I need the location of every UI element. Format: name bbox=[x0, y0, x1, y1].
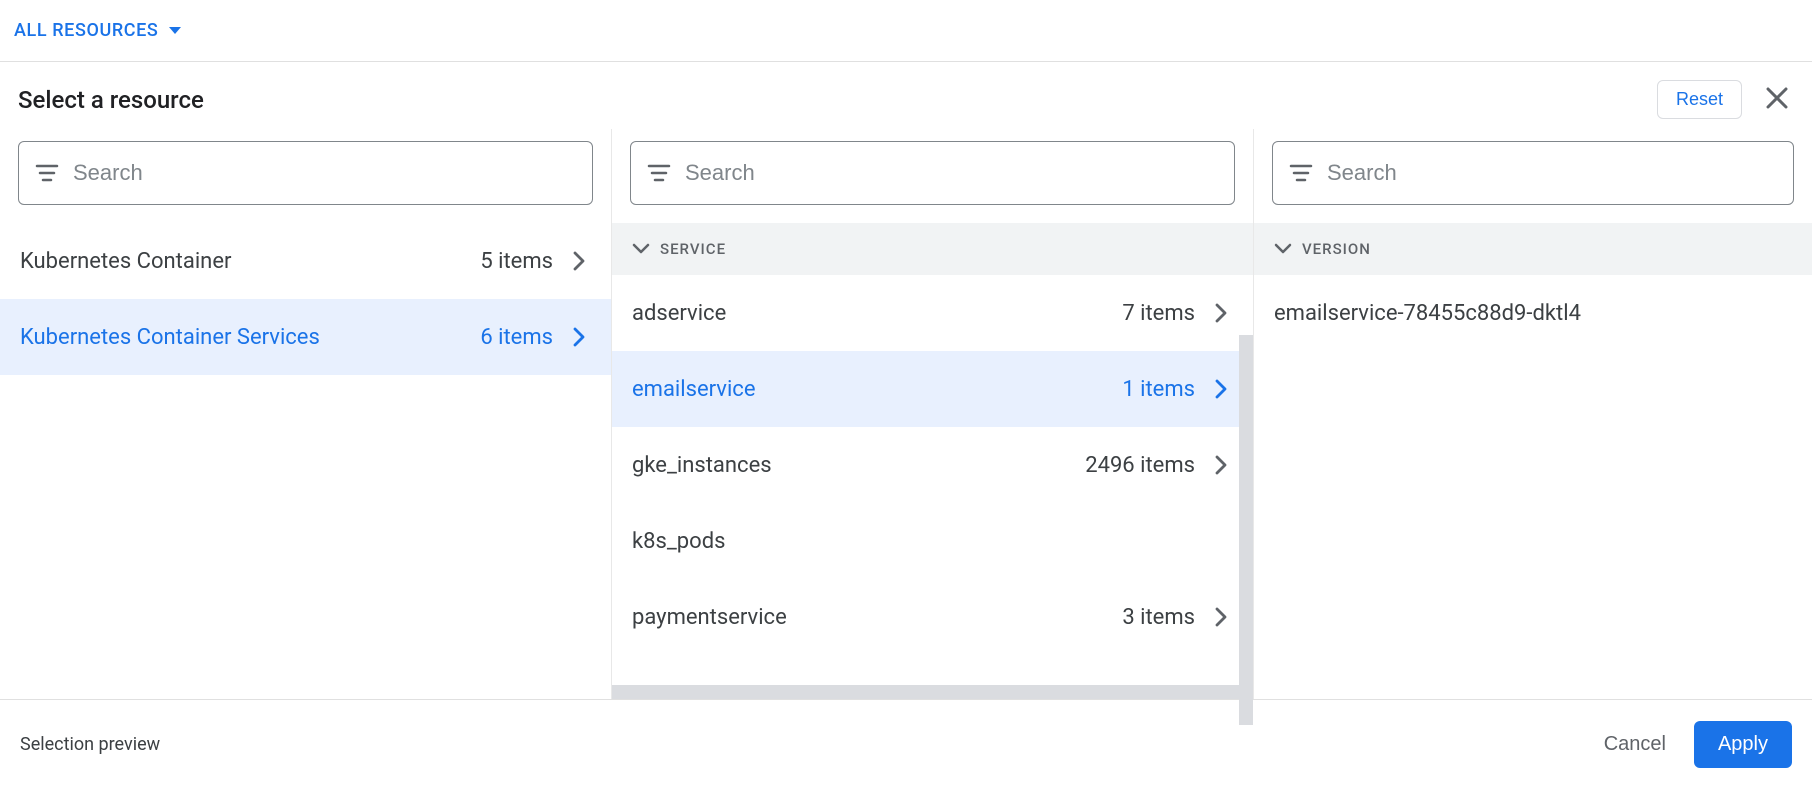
chevron-right-icon bbox=[1209, 379, 1233, 399]
group-header-label: VERSION bbox=[1302, 240, 1371, 258]
page-title: Select a resource bbox=[18, 86, 204, 114]
list-item[interactable]: Kubernetes Container Services 6 items bbox=[0, 299, 611, 375]
search-box[interactable] bbox=[630, 141, 1235, 205]
item-count: 6 items bbox=[480, 325, 553, 350]
reset-button[interactable]: Reset bbox=[1657, 80, 1742, 119]
footer-actions: Cancel Apply bbox=[1604, 721, 1792, 768]
item-label: emailservice-78455c88d9-dktl4 bbox=[1274, 301, 1581, 326]
header: Select a resource Reset bbox=[0, 62, 1812, 129]
search-wrap bbox=[612, 129, 1253, 223]
list-item[interactable]: k8s_pods bbox=[612, 503, 1253, 579]
search-box[interactable] bbox=[18, 141, 593, 205]
item-label: emailservice bbox=[632, 377, 755, 402]
chevron-down-icon bbox=[1274, 243, 1292, 255]
footer: Selection preview Cancel Apply bbox=[0, 699, 1812, 789]
list-item[interactable]: emailservice-78455c88d9-dktl4 bbox=[1254, 275, 1812, 351]
column-resource-type: Kubernetes Container5 itemsKubernetes Co… bbox=[0, 129, 612, 699]
scrollbar-horizontal[interactable] bbox=[612, 685, 1239, 699]
search-wrap bbox=[1254, 129, 1812, 223]
chevron-right-icon bbox=[1209, 303, 1233, 323]
list-item[interactable]: emailservice 1 items bbox=[612, 351, 1253, 427]
item-count: 7 items bbox=[1122, 301, 1195, 326]
item-count: 2496 items bbox=[1085, 453, 1195, 478]
close-button[interactable] bbox=[1760, 81, 1794, 118]
item-label: Kubernetes Container Services bbox=[20, 325, 320, 350]
item-count: 3 items bbox=[1122, 605, 1195, 630]
chevron-right-icon bbox=[1209, 607, 1233, 627]
resource-columns: Kubernetes Container5 itemsKubernetes Co… bbox=[0, 129, 1812, 699]
search-wrap bbox=[0, 129, 611, 223]
item-label: Kubernetes Container bbox=[20, 249, 231, 274]
group-header-label: SERVICE bbox=[660, 240, 726, 258]
chevron-right-icon bbox=[1209, 455, 1233, 475]
service-list: adservice 7 items emailservice 1 items gke_i… bbox=[612, 275, 1253, 655]
list-item[interactable]: adservice 7 items bbox=[612, 275, 1253, 351]
scrollbar-vertical[interactable] bbox=[1239, 335, 1253, 725]
all-resources-dropdown[interactable]: ALL RESOURCES bbox=[14, 20, 182, 41]
apply-button[interactable]: Apply bbox=[1694, 721, 1792, 768]
item-label: adservice bbox=[632, 301, 726, 326]
group-header-version[interactable]: VERSION bbox=[1254, 223, 1812, 275]
column-service: SERVICE adservice 7 items emailservice 1 it… bbox=[612, 129, 1254, 699]
filter-icon bbox=[1289, 163, 1313, 183]
search-box[interactable] bbox=[1272, 141, 1794, 205]
close-icon bbox=[1764, 99, 1790, 114]
search-input[interactable] bbox=[685, 160, 1218, 186]
chevron-down-icon bbox=[632, 243, 650, 255]
list-item[interactable]: Kubernetes Container 5 items bbox=[0, 223, 611, 299]
cancel-button[interactable]: Cancel bbox=[1604, 733, 1666, 756]
selection-preview-label: Selection preview bbox=[20, 734, 160, 755]
item-label: k8s_pods bbox=[632, 529, 725, 554]
dropdown-icon bbox=[168, 26, 182, 36]
group-header-service[interactable]: SERVICE bbox=[612, 223, 1253, 275]
search-input[interactable] bbox=[73, 160, 576, 186]
list-item[interactable]: gke_instances 2496 items bbox=[612, 427, 1253, 503]
filter-icon bbox=[647, 163, 671, 183]
filter-icon bbox=[35, 163, 59, 183]
item-label: paymentservice bbox=[632, 605, 787, 630]
resource-type-list: Kubernetes Container5 itemsKubernetes Co… bbox=[0, 223, 611, 375]
topbar: ALL RESOURCES bbox=[0, 0, 1812, 62]
item-count: 1 items bbox=[1122, 377, 1195, 402]
item-label: gke_instances bbox=[632, 453, 772, 478]
header-actions: Reset bbox=[1657, 80, 1794, 119]
column-version: VERSION emailservice-78455c88d9-dktl4 bbox=[1254, 129, 1812, 699]
search-input[interactable] bbox=[1327, 160, 1777, 186]
item-count: 5 items bbox=[480, 249, 553, 274]
chevron-right-icon bbox=[567, 327, 591, 347]
chevron-right-icon bbox=[567, 251, 591, 271]
version-list: emailservice-78455c88d9-dktl4 bbox=[1254, 275, 1812, 351]
all-resources-label: ALL RESOURCES bbox=[14, 20, 158, 41]
list-item[interactable]: paymentservice 3 items bbox=[612, 579, 1253, 655]
